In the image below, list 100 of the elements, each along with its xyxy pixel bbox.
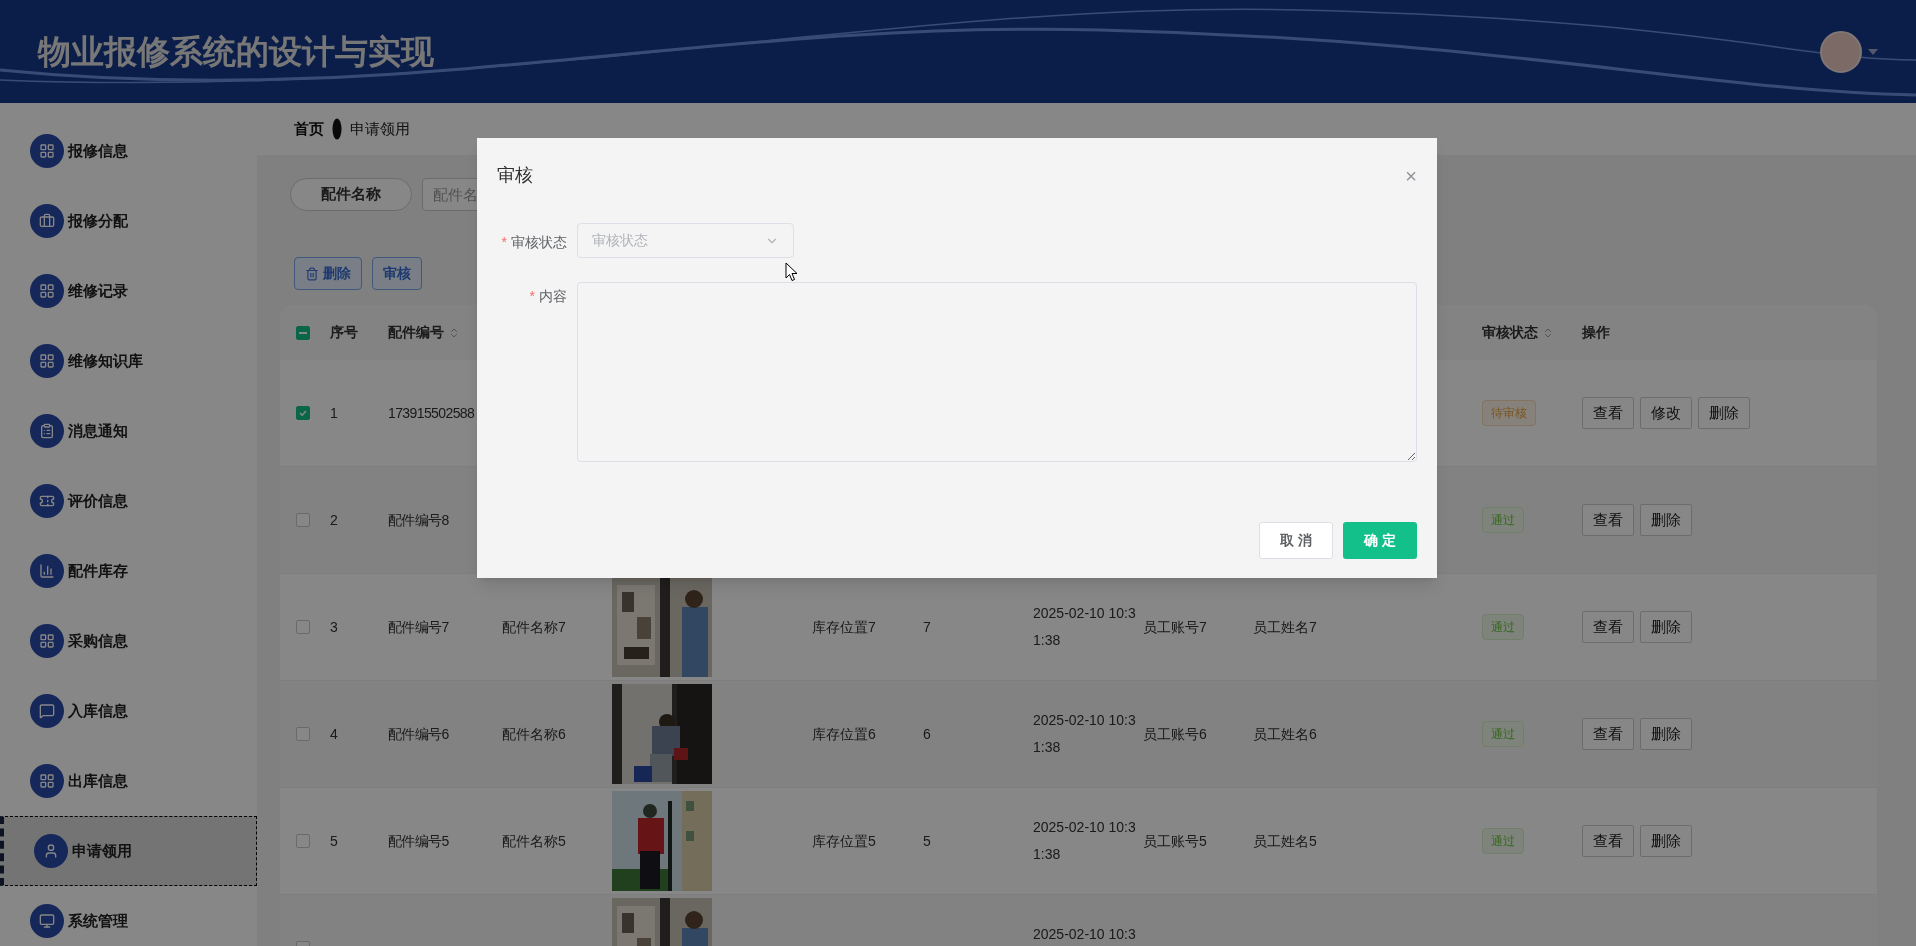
table-cell-text: 员工姓名7 — [1253, 617, 1317, 637]
table-cell-text: 配件名称7 — [502, 617, 566, 637]
field-label: 审核状态 — [511, 233, 567, 252]
row-action-button[interactable]: 删除 — [1640, 611, 1692, 643]
table-cell-text: 2025-02-10 10:3 — [1033, 925, 1137, 944]
sidebar-item[interactable]: 出库信息 — [0, 746, 257, 816]
row-action-button[interactable]: 查看 — [1582, 504, 1634, 536]
caret-icon[interactable] — [1868, 48, 1878, 55]
sidebar-item[interactable]: 报修分配 — [0, 186, 257, 256]
checkbox[interactable] — [296, 620, 310, 634]
checkbox[interactable] — [296, 727, 310, 741]
menu-icon — [39, 423, 55, 439]
table-cell-text: 配件编号5 — [388, 831, 449, 851]
separator-icon — [332, 118, 342, 140]
row-action-button[interactable]: 修改 — [1640, 397, 1692, 429]
checkbox[interactable] — [296, 325, 310, 340]
sidebar-label: 申请领用 — [72, 840, 132, 861]
avatar[interactable] — [1820, 30, 1862, 73]
select-placeholder: 审核状态 — [592, 231, 648, 250]
content-field[interactable] — [577, 282, 1417, 462]
sidebar-item[interactable]: 申请领用 — [0, 816, 257, 886]
mouse-cursor-icon — [785, 262, 798, 282]
checkbox[interactable] — [296, 834, 310, 848]
row-action-button[interactable]: 查看 — [1582, 397, 1634, 429]
row-action-button[interactable]: 查看 — [1582, 611, 1634, 643]
check-icon — [298, 408, 308, 418]
table-cell-text: 5 — [330, 831, 338, 851]
row-action-button[interactable]: 删除 — [1698, 397, 1750, 429]
column-header: 操作 — [1582, 323, 1610, 342]
table-cell-text: 配件名称6 — [502, 724, 566, 744]
row-action-button[interactable]: 查看 — [1582, 718, 1634, 750]
menu-icon — [39, 633, 55, 649]
row-action-button[interactable]: 删除 — [1640, 825, 1692, 857]
sidebar-label: 维修知识库 — [68, 350, 143, 371]
table-cell-text: 配件编号7 — [388, 617, 449, 637]
table-cell-text: 3 — [330, 617, 338, 637]
cancel-button[interactable]: 取 消 — [1259, 522, 1333, 559]
audit-button[interactable]: 审核 — [372, 257, 422, 290]
checkbox[interactable] — [296, 513, 310, 527]
sidebar-label: 出库信息 — [68, 770, 128, 791]
table-cell-text: 6 — [923, 724, 931, 744]
table-cell-text: 2025-02-10 10:31:38 — [1033, 711, 1137, 757]
sidebar-label: 维修记录 — [68, 280, 128, 301]
status-tag: 待审核 — [1482, 400, 1536, 426]
column-header: 审核状态 — [1482, 323, 1538, 342]
status-tag: 通过 — [1482, 828, 1524, 854]
breadcrumb-item[interactable]: 首页 — [294, 117, 324, 141]
table-cell-text: 173915502588 — [388, 403, 475, 423]
column-header: 序号 — [330, 323, 358, 342]
table-cell-text: 配件编号8 — [388, 510, 449, 530]
table-cell-text: 2025-02-10 10:31:38 — [1033, 818, 1137, 864]
table-cell-text: 库存位置7 — [812, 617, 876, 637]
table-cell-text: 4 — [330, 724, 338, 744]
table-cell-text: 5 — [923, 831, 931, 851]
menu-icon — [39, 213, 55, 229]
table-cell-text: 库存位置6 — [812, 724, 876, 744]
search-label: 配件名称 — [290, 178, 412, 211]
sort-icon[interactable] — [1542, 326, 1554, 339]
menu-icon — [39, 493, 55, 509]
row-action-button[interactable]: 删除 — [1640, 504, 1692, 536]
menu-icon — [39, 353, 55, 369]
sidebar-item[interactable]: 入库信息 — [0, 676, 257, 746]
sidebar-label: 报修信息 — [68, 140, 128, 161]
sidebar-label: 系统管理 — [68, 910, 128, 931]
field-label: 内容 — [539, 287, 567, 306]
delete-button[interactable]: 删除 — [294, 257, 362, 290]
sidebar-item[interactable]: 维修记录 — [0, 256, 257, 326]
sidebar-label: 消息通知 — [68, 420, 128, 441]
menu-icon — [39, 913, 55, 929]
sidebar-item[interactable]: 评价信息 — [0, 466, 257, 536]
table-cell-text: 7 — [923, 617, 931, 637]
column-header: 配件编号 — [388, 323, 444, 342]
menu-icon — [39, 283, 55, 299]
sidebar-item[interactable]: 维修知识库 — [0, 326, 257, 396]
sidebar-label: 配件库存 — [68, 560, 128, 581]
close-button[interactable]: × — [1405, 165, 1417, 186]
table-cell-text: 2025-02-10 10:31:38 — [1033, 604, 1137, 650]
row-action-button[interactable]: 删除 — [1640, 718, 1692, 750]
sidebar-item[interactable]: 系统管理 — [0, 886, 257, 946]
table-cell-text: 配件编号6 — [388, 724, 449, 744]
table-cell-text: 2 — [330, 510, 338, 530]
checkbox[interactable] — [296, 406, 310, 420]
menu-icon — [39, 773, 55, 789]
table-cell-text: 员工账号7 — [1143, 617, 1207, 637]
sidebar-item[interactable]: 消息通知 — [0, 396, 257, 466]
table-cell-text: 员工姓名5 — [1253, 831, 1317, 851]
required-mark: * — [529, 287, 535, 306]
table-cell-text: 配件名称5 — [502, 831, 566, 851]
menu-icon — [43, 843, 59, 859]
required-mark: * — [501, 233, 507, 252]
dash-icon — [299, 331, 307, 334]
sidebar-item[interactable]: 采购信息 — [0, 606, 257, 676]
sidebar-item[interactable]: 报修信息 — [0, 116, 257, 186]
row-action-button[interactable]: 查看 — [1582, 825, 1634, 857]
sort-icon[interactable] — [448, 326, 460, 339]
dialog-title: 审核 — [497, 164, 533, 187]
menu-icon — [39, 143, 55, 159]
sidebar-item[interactable]: 配件库存 — [0, 536, 257, 606]
table-cell-text: 员工账号5 — [1143, 831, 1207, 851]
table-cell-text: 员工姓名6 — [1253, 724, 1317, 744]
